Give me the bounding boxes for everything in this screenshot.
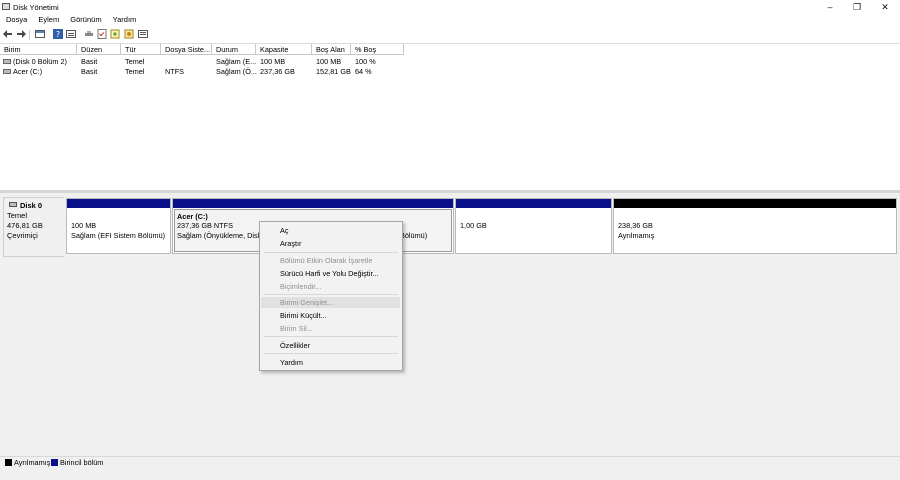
menu-item-change-drive-letter[interactable]: Sürücü Harfi ve Yolu Değiştir... [261,268,400,279]
cell-tur: Temel [125,67,145,76]
context-menu: Aç Araştır Bölümü Etkin Olarak İşaretle … [259,221,403,371]
partition-bar [173,199,453,208]
menu-eylem[interactable]: Eylem [35,14,62,26]
legend-bar [0,456,900,480]
cell-dosya-sistemi [161,57,212,67]
cell-yuzde-bos: 100 % [355,57,376,66]
table-row[interactable]: (Disk 0 Bölüm 2) Basit Temel Sağlam (E..… [0,57,404,67]
partition-recovery[interactable]: 1,00 GB [455,198,612,254]
menu-item-shrink-volume[interactable]: Birimi Küçült... [261,310,400,321]
view-icon[interactable] [35,29,45,39]
column-header-tur[interactable]: Tür [121,44,161,55]
partition-status: Sağlam (EFI Sistem Bölümü) [71,231,166,240]
menu-item-arastir[interactable]: Araştır [261,238,400,249]
disk-name: Disk 0 [20,201,43,210]
menu-item-extend-volume[interactable]: Birimi Genişlet... [261,297,400,308]
partition-bar [67,199,170,208]
partition-size: 238,36 GB [618,221,653,230]
partition-name: Acer (C:) [177,212,208,221]
volume-list: Birim Düzen Tür Dosya Siste... Durum Kap… [0,44,900,191]
menu-item-help[interactable]: Yardım [261,357,400,368]
partition-status: Ayrılmamış [618,231,655,240]
partition-bar [456,199,611,208]
cell-birim: Acer (C:) [13,67,43,76]
partition-size: 237,36 GB NTFS [177,221,233,230]
menu-dosya[interactable]: Dosya [3,14,30,26]
column-header-birim[interactable]: Birim [0,44,77,55]
partition-unallocated[interactable]: 238,36 GB Ayrılmamış [613,198,897,254]
list-icon[interactable] [138,29,148,39]
partition-status: Sağlam (Önyükleme, Disk [177,231,262,240]
cell-durum: Sağlam (E... [216,57,257,66]
column-header-dosya-sistemi[interactable]: Dosya Siste... [161,44,212,55]
partition-size: 100 MB [71,221,97,230]
column-header-durum[interactable]: Durum [212,44,256,55]
cell-kapasite: 100 MB [260,57,286,66]
legend-label-primary: Birincil bölüm [60,458,104,467]
cell-bos-alan: 100 MB [316,57,342,66]
cell-duzen: Basit [81,67,98,76]
cell-kapasite: 237,36 GB [260,67,295,76]
disk-type: Temel [7,211,28,220]
menu-item-delete-volume[interactable]: Birim Sil... [261,323,400,334]
disk-management-app-icon [2,3,10,10]
svg-text:?: ? [56,30,60,39]
title-bar: Disk Yönetimi – ❐ ✕ [0,0,900,14]
menu-separator [264,353,398,354]
table-row[interactable]: Acer (C:) Basit Temel NTFS Sağlam (Ö... … [0,67,404,77]
column-header-duzen[interactable]: Düzen [77,44,121,55]
toolbar-separator [29,30,30,40]
legend-swatch-unallocated [5,459,12,466]
toolbar: ? [0,27,900,44]
new-volume-icon[interactable] [110,29,120,39]
partition-size: 1,00 GB [460,221,487,230]
back-icon[interactable] [3,29,13,39]
partition-efi[interactable]: 100 MB Sağlam (EFI Sistem Bölümü) [66,198,171,254]
column-header-bos-alan[interactable]: Boş Alan [312,44,351,55]
menu-yardim[interactable]: Yardım [110,14,140,26]
cell-dosya-sistemi: NTFS [165,67,185,76]
menu-separator [264,294,398,295]
column-header-kapasite[interactable]: Kapasite [256,44,312,55]
menu-separator [264,252,398,253]
settings-icon[interactable] [124,29,134,39]
cell-yuzde-bos: 64 % [355,67,372,76]
menu-gorunum[interactable]: Görünüm [67,14,104,26]
menu-item-format[interactable]: Biçimlendir... [261,281,400,292]
close-button[interactable]: ✕ [871,1,899,13]
menu-bar: Dosya Eylem Görünüm Yardım [0,14,900,26]
minimize-button[interactable]: – [816,1,844,13]
connect-icon[interactable] [84,29,94,39]
menu-item-ac[interactable]: Aç [261,225,400,236]
partition-status-tail: Bölümü) [400,231,428,240]
maximize-button[interactable]: ❐ [843,1,871,13]
properties-icon[interactable] [66,29,76,39]
cell-durum: Sağlam (Ö... [216,67,257,76]
legend-swatch-primary [51,459,58,466]
disk-icon [9,202,17,207]
help-icon[interactable]: ? [53,29,63,39]
partition-bar [614,199,896,208]
column-header-yuzde-bos[interactable]: % Boş [351,44,404,55]
cell-tur: Temel [125,57,145,66]
cell-birim: (Disk 0 Bölüm 2) [13,57,67,66]
legend-label-unallocated: Ayrılmamış [14,458,51,467]
checklist-icon[interactable] [97,29,107,39]
cell-bos-alan: 152,81 GB [316,67,351,76]
disk-size: 476,81 GB [7,221,43,230]
menu-item-properties[interactable]: Özellikler [261,340,400,351]
window-title: Disk Yönetimi [13,3,59,12]
disk-status: Çevrimiçi [7,231,38,240]
menu-item-mark-active[interactable]: Bölümü Etkin Olarak İşaretle [261,255,400,266]
forward-icon[interactable] [16,29,26,39]
menu-separator [264,336,398,337]
disk-0-info[interactable]: Disk 0 Temel 476,81 GB Çevrimiçi [3,197,64,257]
cell-duzen: Basit [81,57,98,66]
